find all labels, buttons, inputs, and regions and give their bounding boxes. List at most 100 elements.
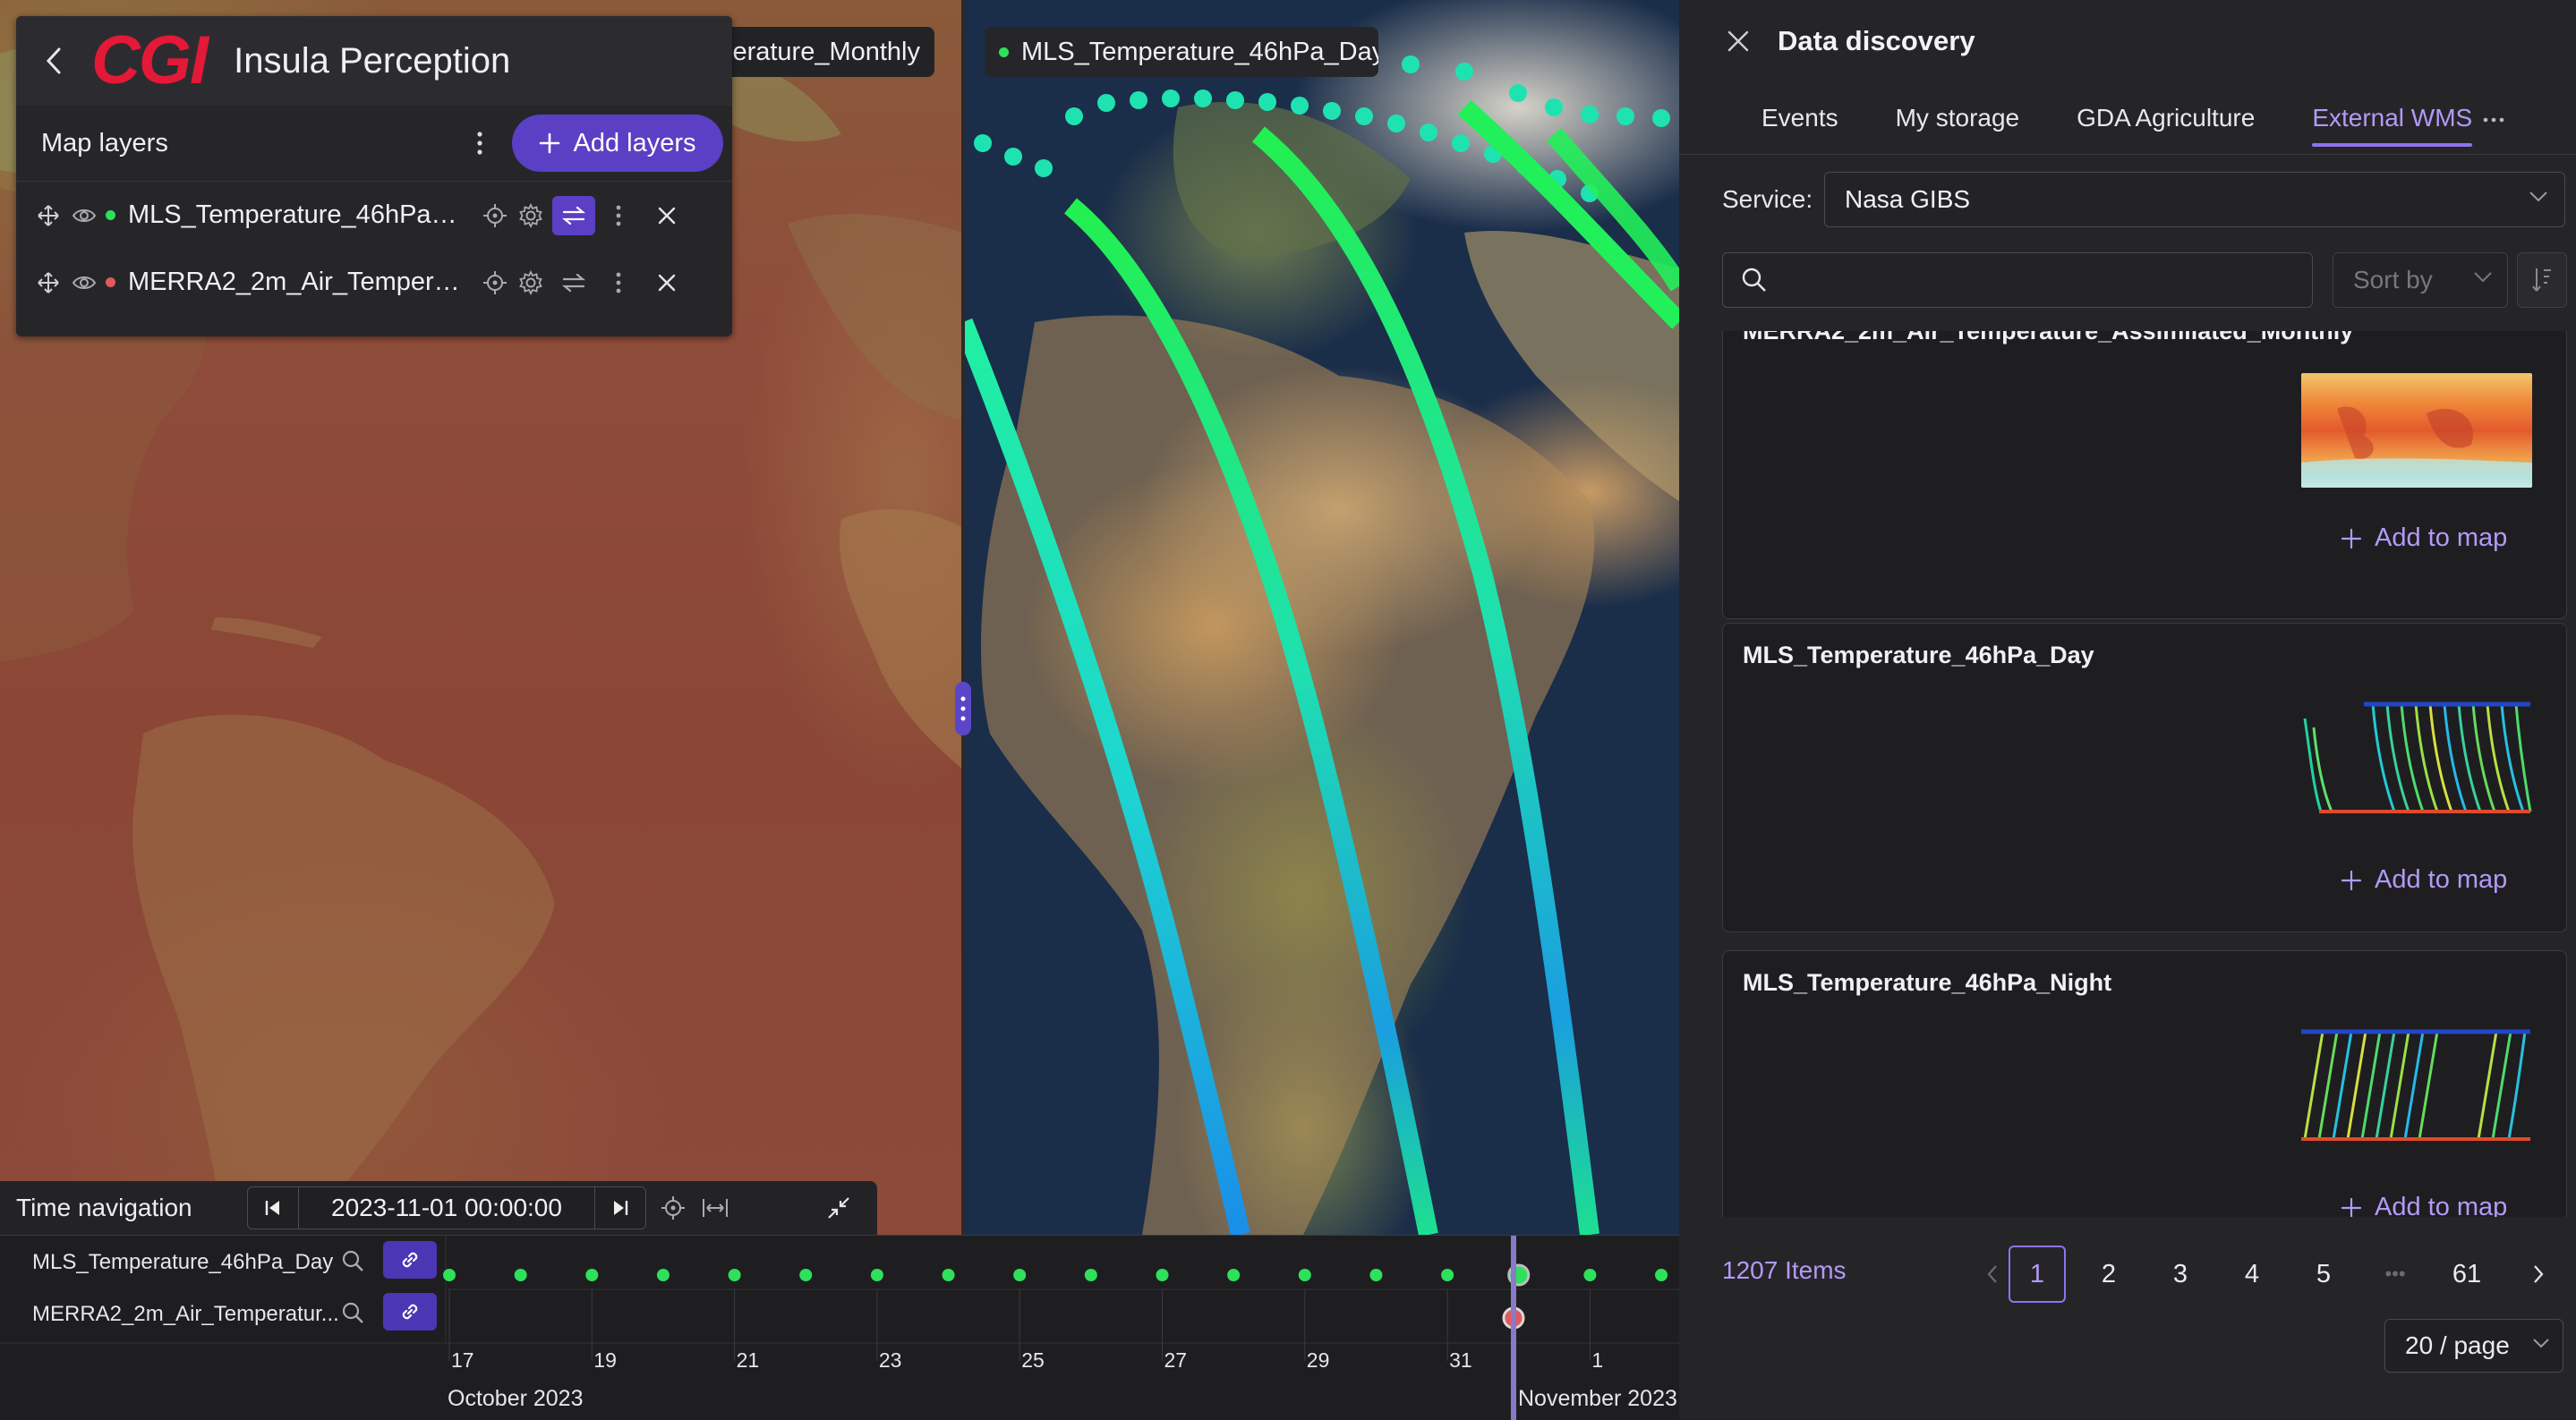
locate-layer-button[interactable] — [477, 193, 513, 238]
search-field[interactable] — [1722, 252, 2313, 308]
satellite-tracks — [963, 50, 1679, 1235]
timeline-data-point — [656, 1269, 670, 1281]
timeline-data-point — [870, 1269, 883, 1281]
timeline-row-link-button[interactable] — [383, 1241, 437, 1279]
visibility-toggle[interactable] — [66, 260, 102, 305]
sort-icon — [2532, 268, 2551, 292]
timeline[interactable]: MLS_Temperature_46hPa_Day MERRA2_2m_Air_… — [0, 1235, 1745, 1420]
sort-order-button[interactable] — [2517, 252, 2567, 308]
collapse-timeline-button[interactable] — [827, 1196, 850, 1220]
map-layers-title: Map layers — [41, 128, 168, 157]
swipe-handle[interactable] — [955, 682, 971, 736]
timeline-data-point — [942, 1269, 955, 1281]
map-swipe-divider[interactable] — [961, 0, 965, 1235]
compare-swap-button[interactable] — [552, 260, 595, 305]
page-button-61[interactable]: 61 — [2438, 1246, 2495, 1303]
result-title: MLS_Temperature_46hPa_Day — [1743, 642, 2094, 668]
more-vertical-icon — [616, 272, 621, 293]
current-time-field[interactable]: 2023-11-01 00:00:00 — [298, 1187, 595, 1229]
plus-icon — [2341, 870, 2362, 890]
timeline-data-point — [514, 1269, 527, 1281]
tab-my-storage[interactable]: My storage — [1896, 82, 2020, 154]
discovery-tabs: Events My storage GDA Agriculture Extern… — [1679, 82, 2576, 155]
page-button-4[interactable]: 4 — [2223, 1246, 2281, 1303]
center-time-button[interactable] — [661, 1195, 686, 1220]
fit-range-button[interactable] — [702, 1197, 729, 1219]
chevron-down-icon — [2533, 1339, 2549, 1348]
sort-select[interactable]: Sort by — [2333, 252, 2508, 308]
timeline-tick-label: 19 — [593, 1348, 617, 1372]
timeline-tick-label: 17 — [451, 1348, 474, 1372]
tab-external-wms[interactable]: External WMS — [2312, 82, 2472, 154]
tab-events[interactable]: Events — [1761, 82, 1838, 154]
current-time-marker — [1511, 1236, 1516, 1420]
remove-layer-button[interactable] — [649, 260, 685, 305]
timeline-row-link-button[interactable] — [383, 1293, 437, 1331]
remove-layer-button[interactable] — [649, 193, 685, 238]
map-layers-panel: CGI Insula Perception Map layers Add lay… — [16, 16, 732, 336]
page-button-1[interactable]: 1 — [2009, 1246, 2066, 1303]
add-to-map-button[interactable]: Add to map — [2341, 865, 2507, 895]
timeline-data-point — [1298, 1269, 1311, 1281]
app-title: Insula Perception — [234, 40, 511, 81]
link-icon — [402, 1252, 418, 1268]
page-size-select[interactable]: 20 / page — [2384, 1319, 2563, 1373]
timeline-row-search-button[interactable] — [340, 1300, 365, 1325]
result-card[interactable]: MLS_Temperature_46hPa_Day Add to map — [1722, 623, 2567, 932]
layer-more-button[interactable] — [601, 193, 636, 238]
close-discovery-button[interactable] — [1711, 14, 1765, 68]
service-label: Service: — [1722, 185, 1813, 213]
drag-handle[interactable] — [30, 260, 66, 305]
layers-more-button[interactable] — [462, 121, 498, 166]
add-to-map-button[interactable]: Add to map — [2341, 523, 2507, 553]
chevron-left-icon — [46, 47, 61, 74]
close-icon — [1727, 30, 1749, 52]
compare-swap-button[interactable] — [552, 195, 595, 235]
link-icon — [402, 1304, 418, 1320]
minimize-icon — [828, 1197, 849, 1219]
pagination: 1207 Items 1 2 3 4 5 ••• 61 20 / page — [1679, 1217, 2576, 1419]
search-input[interactable] — [1780, 254, 2312, 306]
close-icon — [658, 274, 676, 291]
timeline-tick-label: 23 — [878, 1348, 902, 1372]
swap-icon — [561, 273, 586, 292]
service-select[interactable]: Nasa GIBS — [1824, 172, 2565, 227]
next-time-button[interactable] — [595, 1187, 645, 1229]
results-list: MERRA2_2m_Air_Temperature_Assimilated_Mo… — [1722, 331, 2567, 1217]
tabs-more-button[interactable] — [2476, 102, 2512, 138]
previous-time-button[interactable] — [248, 1187, 298, 1229]
map-right-view[interactable] — [963, 0, 1679, 1235]
layer-color-dot — [106, 277, 115, 287]
service-value: Nasa GIBS — [1845, 185, 1971, 213]
timeline-row-search-button[interactable] — [340, 1248, 365, 1273]
map-layers-toolbar: Map layers Add layers — [16, 106, 732, 182]
layer-color-dot — [999, 47, 1009, 57]
layer-more-button[interactable] — [601, 260, 636, 305]
page-ellipsis[interactable]: ••• — [2367, 1246, 2424, 1303]
result-card[interactable]: MERRA2_2m_Air_Temperature_Assimilated_Mo… — [1722, 331, 2567, 619]
eye-icon — [72, 276, 97, 289]
add-to-map-button[interactable]: Add to map — [2341, 1193, 2507, 1217]
result-card[interactable]: MLS_Temperature_46hPa_Night Add to map — [1722, 950, 2567, 1217]
layer-row: MERRA2_2m_Air_Temperat... — [16, 249, 732, 316]
add-layers-button[interactable]: Add layers — [512, 115, 723, 172]
timeline-row-label: MLS_Temperature_46hPa_Day — [32, 1250, 334, 1274]
layer-color-dot — [106, 210, 115, 220]
page-button-2[interactable]: 2 — [2080, 1246, 2137, 1303]
add-to-map-label: Add to map — [2375, 523, 2508, 552]
layer-settings-button[interactable] — [513, 193, 549, 238]
tab-gda-agriculture[interactable]: GDA Agriculture — [2077, 82, 2255, 154]
page-button-3[interactable]: 3 — [2152, 1246, 2209, 1303]
next-page-button[interactable] — [2510, 1246, 2567, 1303]
locate-layer-button[interactable] — [477, 260, 513, 305]
thumbnail-image — [2301, 701, 2532, 815]
more-vertical-icon — [616, 205, 621, 225]
visibility-toggle[interactable] — [66, 193, 102, 238]
timeline-data-point — [1084, 1269, 1097, 1281]
layer-settings-button[interactable] — [513, 260, 549, 305]
back-button[interactable] — [27, 34, 81, 88]
page-button-5[interactable]: 5 — [2295, 1246, 2352, 1303]
plus-icon — [2341, 1197, 2362, 1217]
gear-icon — [519, 269, 542, 295]
drag-handle[interactable] — [30, 193, 66, 238]
